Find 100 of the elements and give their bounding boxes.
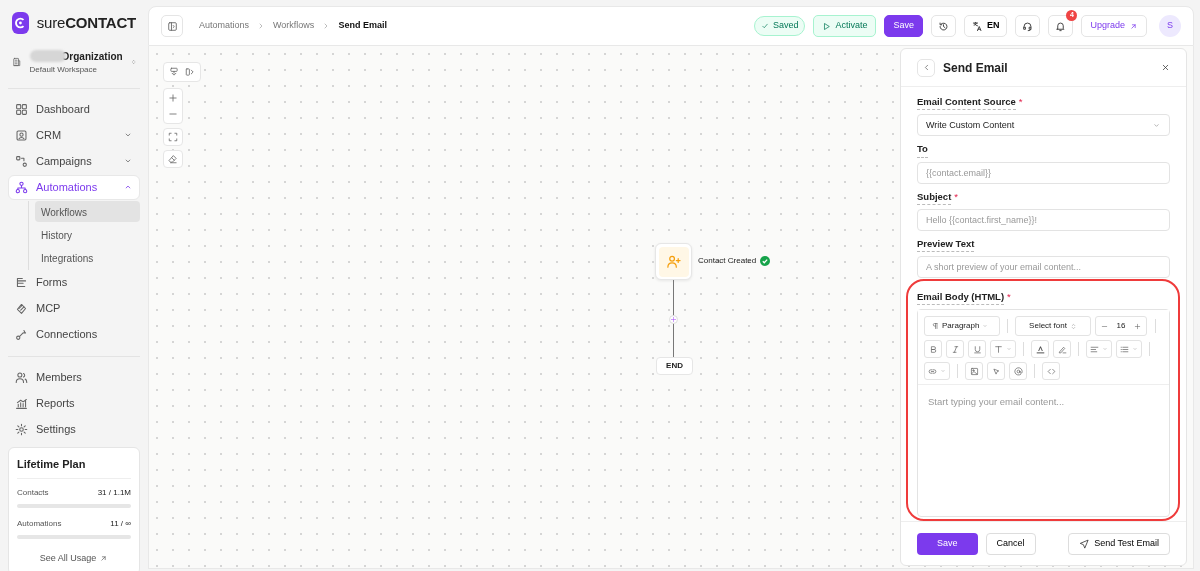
nav-item[interactable]: Dashboard: [8, 96, 140, 122]
paragraph-icon: [931, 322, 939, 331]
see-usage-link[interactable]: See All Usage: [39, 552, 109, 566]
usage-label: Automations: [17, 518, 62, 530]
align-button[interactable]: [1086, 340, 1112, 359]
users-icon: [15, 370, 28, 384]
italic-icon: [950, 344, 960, 354]
nav-subitem[interactable]: Workflows: [35, 200, 140, 222]
text-field[interactable]: A short preview of your email content...: [917, 256, 1170, 278]
logo-icon: [12, 12, 29, 35]
contact-card-icon: [15, 128, 28, 142]
code-button[interactable]: [1042, 362, 1060, 381]
cancel-button[interactable]: Cancel: [985, 532, 1036, 555]
chevron-down-icon: [982, 323, 989, 330]
external-arrow-icon: [1129, 21, 1138, 31]
align-left-icon: [1090, 344, 1099, 354]
translate-icon: [971, 20, 983, 32]
font-select[interactable]: Select font: [1015, 316, 1091, 337]
nav-subitem[interactable]: History: [35, 223, 140, 245]
user-plus-icon: [666, 254, 681, 269]
end-node: END: [656, 357, 693, 375]
notifications-button[interactable]: [1048, 15, 1074, 37]
content-source-select[interactable]: Write Custom Content: [917, 114, 1170, 137]
field-label: To: [917, 142, 928, 158]
upgrade-button[interactable]: Upgrade: [1081, 15, 1147, 37]
usage-value: 11 / ∞: [110, 518, 131, 530]
close-icon: [1161, 63, 1170, 72]
link-icon: [928, 366, 937, 376]
workspace-name: Default Workspace: [29, 63, 98, 76]
bold-button[interactable]: [924, 340, 942, 359]
field-label: Subject: [917, 189, 952, 205]
clear-button[interactable]: [163, 150, 183, 168]
activate-button[interactable]: Activate: [813, 15, 877, 37]
breadcrumb-item[interactable]: Automations: [199, 19, 250, 33]
nav-item[interactable]: CRM: [8, 122, 140, 148]
history-icon: [937, 20, 949, 32]
text-field[interactable]: {{contact.email}}: [917, 161, 1170, 184]
text-color-button[interactable]: [1031, 340, 1049, 359]
italic-button[interactable]: [946, 340, 964, 359]
text-field[interactable]: Hello {{contact.first_name}}!: [917, 208, 1170, 231]
nav-item[interactable]: Connections: [8, 321, 140, 347]
language-button[interactable]: EN: [963, 15, 1008, 37]
support-button[interactable]: [1015, 15, 1041, 37]
play-icon: [822, 21, 832, 31]
settings-icon: [15, 422, 28, 436]
chevron-down-icon: [940, 368, 946, 375]
add-step-button[interactable]: [669, 315, 678, 324]
underline-button[interactable]: [968, 340, 986, 359]
trigger-label: Contact Created: [698, 255, 757, 267]
eraser-icon: [168, 154, 178, 164]
nav-subitem[interactable]: Integrations: [35, 246, 140, 268]
logo-text: sureCONTACT: [36, 13, 136, 33]
save-button[interactable]: Save: [884, 15, 923, 37]
text-icon: [994, 344, 1003, 354]
list-button[interactable]: [1116, 340, 1142, 359]
user-avatar[interactable]: S: [1159, 15, 1181, 37]
cursor-icon: [991, 366, 1001, 376]
image-button[interactable]: [965, 362, 983, 381]
send-test-button[interactable]: Send Test Email: [1068, 532, 1170, 555]
shapes-icon: [15, 154, 28, 168]
required-mark: *: [1007, 291, 1011, 302]
required-mark: *: [954, 190, 958, 202]
check-icon: [760, 22, 769, 30]
highlight-button[interactable]: [1053, 340, 1071, 359]
font-size-stepper[interactable]: 16: [1095, 316, 1147, 337]
back-button[interactable]: [917, 58, 935, 77]
at-sign-icon: [1013, 366, 1023, 376]
text-color-icon: [1035, 344, 1045, 354]
chevron-down-icon: [1132, 346, 1138, 353]
nav-item[interactable]: Members: [8, 364, 140, 390]
link-button[interactable]: [924, 362, 950, 381]
chevron-updown-icon: [130, 57, 136, 67]
breadcrumb-item[interactable]: Workflows: [273, 19, 315, 33]
cursor-button[interactable]: [987, 362, 1005, 381]
panel-save-button[interactable]: Save: [917, 532, 978, 555]
mention-button[interactable]: [1009, 362, 1027, 381]
nav-item[interactable]: Campaigns: [8, 148, 140, 174]
horizontal-layout-icon: [185, 67, 195, 77]
workflow-canvas[interactable]: [148, 46, 1194, 569]
nav-item[interactable]: Forms: [8, 269, 140, 295]
bell-icon: [1055, 20, 1067, 32]
block-type-select[interactable]: Paragraph: [924, 316, 1000, 337]
nav-item[interactable]: Automations: [8, 174, 140, 200]
saved-status: Saved: [753, 16, 806, 36]
bar-chart-icon: [15, 396, 28, 410]
sidebar-toggle-button[interactable]: [161, 15, 183, 37]
plug-icon: [15, 327, 28, 341]
text-style-button[interactable]: [990, 340, 1016, 359]
nav-item[interactable]: Settings: [8, 416, 140, 442]
fit-view-button[interactable]: [163, 128, 183, 146]
workspace-switcher[interactable]: Organization Default Workspace: [8, 34, 140, 89]
nav-item[interactable]: Reports: [8, 390, 140, 416]
highlighter-icon: [1057, 344, 1067, 354]
nav-item[interactable]: MCP: [8, 295, 140, 321]
trigger-node[interactable]: [655, 243, 692, 280]
history-button[interactable]: [930, 15, 956, 37]
organization-name: Organization: [61, 49, 123, 64]
sidebar-toggle-icon: [166, 20, 178, 32]
breadcrumb-item: Send Email: [338, 19, 387, 33]
grid-icon: [15, 102, 28, 116]
